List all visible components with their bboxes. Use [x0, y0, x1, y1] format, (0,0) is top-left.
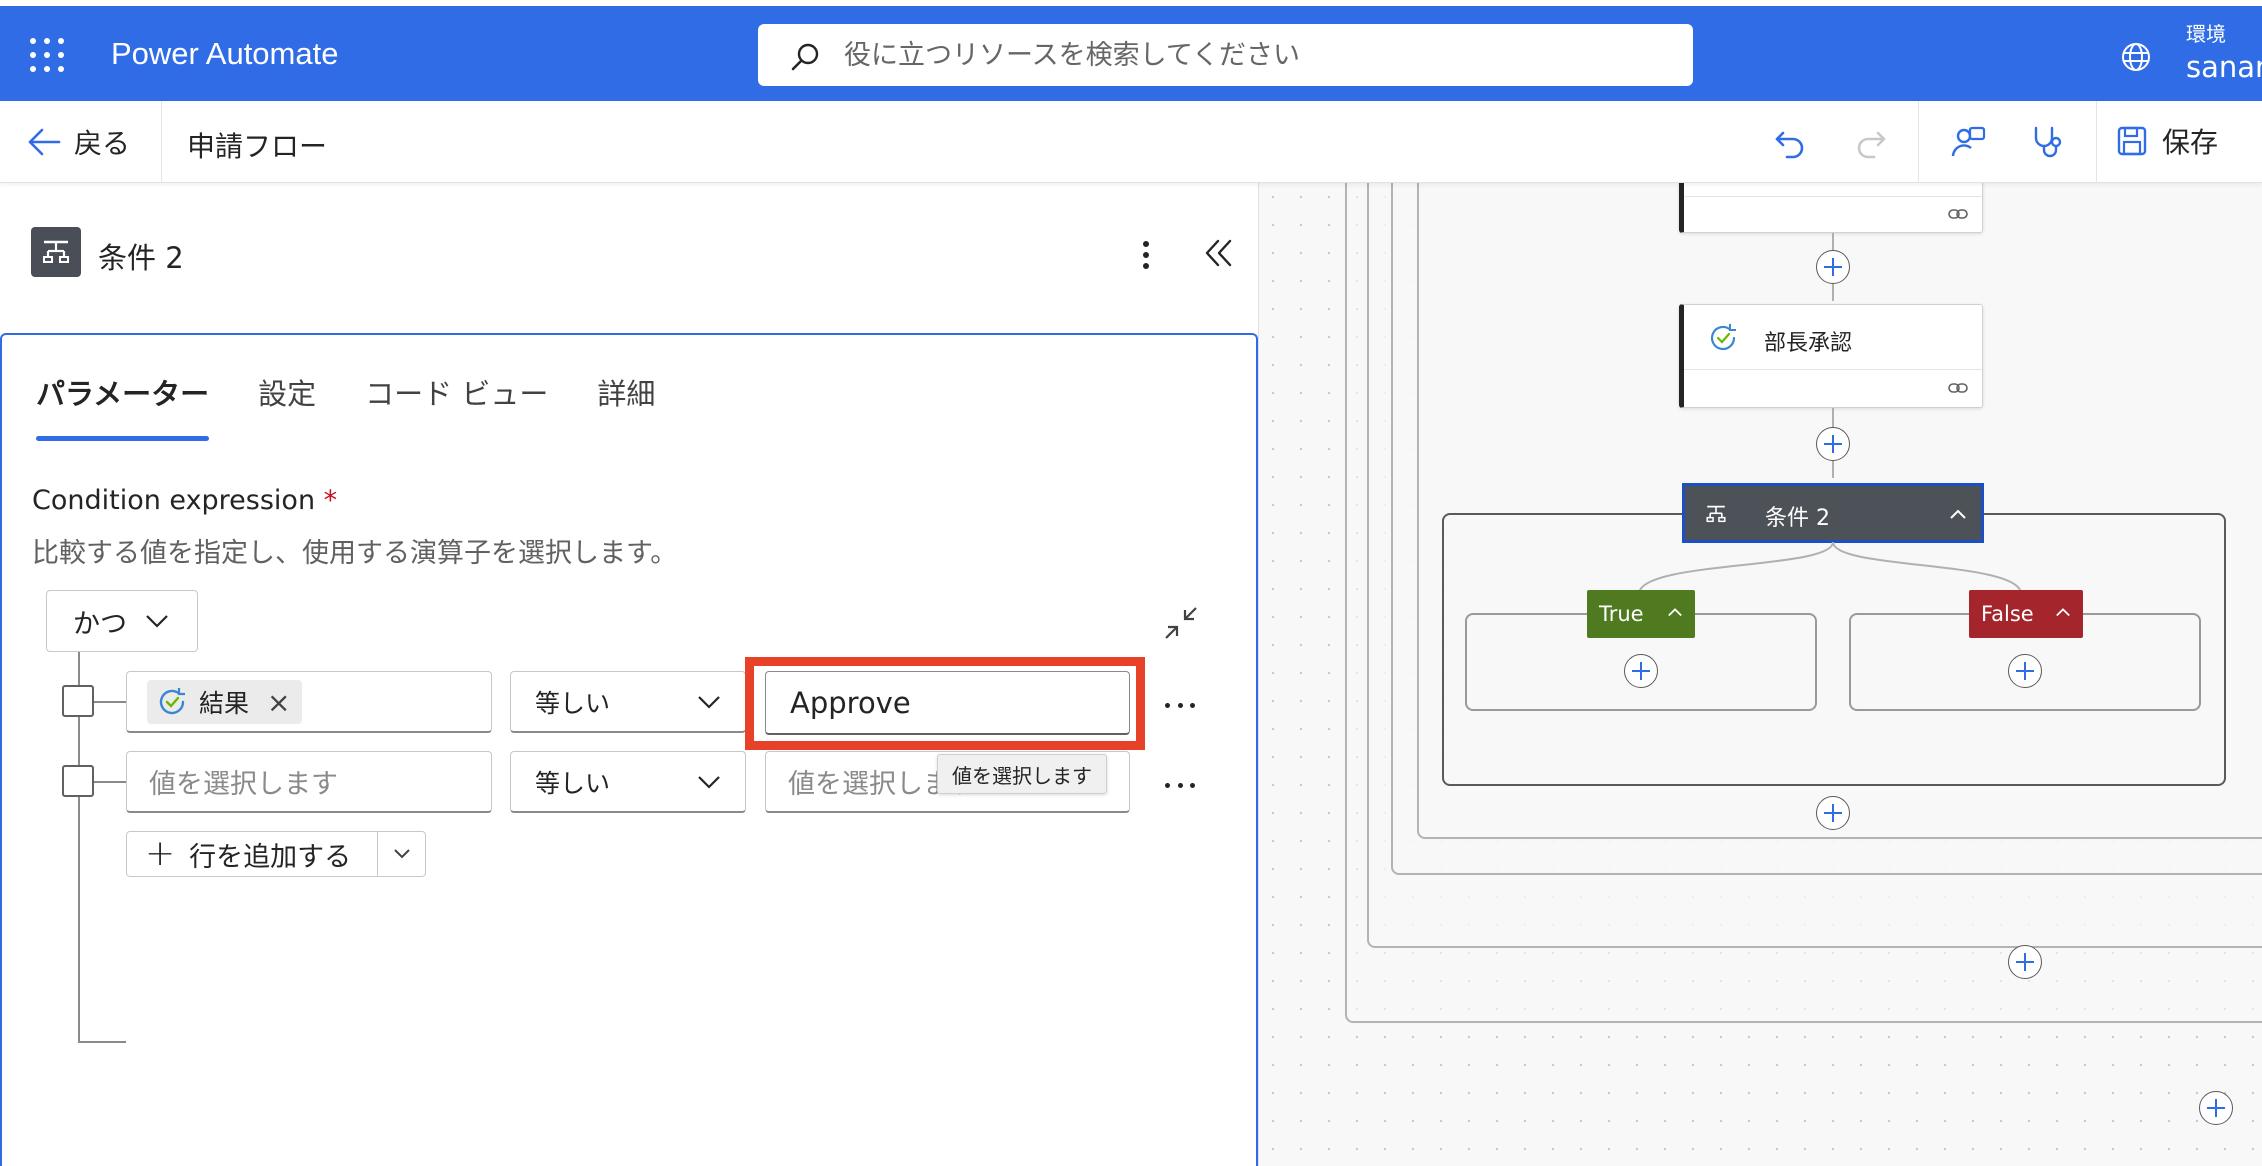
chevron-up-icon [2056, 608, 2070, 617]
card-title: 部長承認 [1764, 331, 1853, 356]
true-branch-label[interactable]: True [1587, 590, 1695, 638]
redo-button[interactable] [1851, 122, 1891, 162]
chevron-up-icon[interactable] [1949, 508, 1967, 520]
tab-details[interactable]: 詳細 [597, 371, 655, 441]
more-options-icon[interactable] [1130, 235, 1162, 275]
tab-list: パラメーター 設定 コード ビュー 詳細 [36, 371, 704, 441]
divider [2096, 101, 2097, 183]
tooltip: 値を選択します [937, 754, 1107, 794]
insert-step-button[interactable] [2008, 654, 2042, 688]
tab-code-view[interactable]: コード ビュー [365, 371, 548, 441]
back-label: 戻る [74, 127, 131, 160]
row-checkbox[interactable] [62, 765, 94, 797]
operator-dropdown[interactable]: 等しい [510, 751, 746, 813]
divider [1918, 101, 1919, 183]
search-icon [791, 43, 819, 71]
save-label: 保存 [2162, 126, 2219, 159]
required-mark: * [323, 485, 338, 516]
action-settings-panel: 条件 2 パラメーター 設定 コード ビュー 詳細 Condition expr… [0, 183, 1258, 1166]
left-value-input[interactable]: 結果 × [126, 671, 492, 733]
flow-canvas[interactable]: 部長承認 条件 2 True False [1258, 183, 2262, 1166]
copilot-button[interactable] [1948, 122, 1988, 162]
field-description: 比較する値を指定し、使用する演算子を選択します。 [32, 538, 678, 569]
chevron-down-icon [698, 696, 720, 709]
arrow-left-icon [28, 128, 61, 156]
tab-parameters[interactable]: パラメーター [36, 371, 210, 441]
false-branch-label[interactable]: False [1969, 590, 2083, 638]
insert-step-button[interactable] [1816, 796, 1850, 830]
chevron-down-icon [146, 615, 168, 628]
group-operator-value: かつ [73, 608, 127, 640]
panel-title: 条件 2 [98, 241, 184, 275]
condition-title: 条件 2 [1765, 506, 1830, 531]
divider [1684, 196, 1982, 197]
condition-card[interactable]: 条件 2 [1682, 483, 1984, 543]
panel-header: 条件 2 [0, 183, 1258, 333]
app-name[interactable]: Power Automate [111, 36, 338, 72]
divider [1684, 369, 1982, 370]
action-card[interactable] [1679, 183, 1983, 233]
group-operator-dropdown[interactable]: かつ [46, 590, 198, 652]
chevron-down-icon [698, 776, 720, 789]
undo-button[interactable] [1770, 122, 1810, 162]
dynamic-content-token[interactable]: 結果 × [147, 680, 303, 724]
divider [377, 832, 378, 876]
top-header: Power Automate 環境 sanan [0, 0, 2262, 101]
condition-icon [1706, 505, 1726, 523]
collapse-editor-icon[interactable] [1163, 605, 1199, 641]
chevron-down-icon[interactable] [393, 848, 411, 860]
stethoscope-icon [2034, 126, 2062, 158]
remove-token-icon[interactable]: × [267, 686, 290, 719]
link-icon [1948, 209, 1968, 219]
chevron-up-icon [1668, 608, 1682, 617]
insert-step-button[interactable] [1624, 654, 1658, 688]
link-icon [1948, 383, 1968, 393]
environment-label: 環境 [2186, 22, 2226, 46]
tab-settings[interactable]: 設定 [258, 371, 316, 441]
command-bar: 戻る 申請フロー 保存 [0, 101, 2262, 183]
collapse-panel-icon[interactable] [1204, 238, 1234, 268]
flow-checker-button[interactable] [2028, 122, 2068, 162]
plus-icon: + [145, 833, 176, 874]
back-button[interactable]: 戻る [26, 121, 130, 163]
operator-dropdown[interactable]: 等しい [510, 671, 746, 733]
insert-step-button[interactable] [1816, 427, 1850, 461]
save-icon [2117, 126, 2147, 156]
field-label: Condition expression * [32, 485, 337, 516]
environment-name[interactable]: sanan [2186, 50, 2262, 84]
search-input[interactable] [844, 36, 1664, 74]
divider [161, 101, 162, 183]
condition-icon [31, 227, 81, 277]
right-value-input[interactable]: Approve [765, 671, 1130, 735]
tree-line [78, 1041, 126, 1043]
token-label: 結果 [199, 689, 250, 718]
approval-icon [159, 688, 185, 715]
app-launcher-icon[interactable] [30, 38, 64, 72]
insert-step-button[interactable] [1816, 250, 1850, 284]
row-more-icon[interactable] [1165, 780, 1195, 790]
environment-globe-icon[interactable] [2119, 40, 2153, 74]
add-row-label: 行を追加する [189, 841, 352, 873]
row-more-icon[interactable] [1165, 700, 1195, 710]
save-button[interactable]: 保存 [2116, 121, 2218, 161]
operator-value: 等しい [535, 768, 611, 798]
add-row-button[interactable]: + 行を追加する [126, 831, 426, 877]
left-value-input[interactable]: 値を選択します [126, 751, 492, 813]
approval-icon [1710, 324, 1736, 351]
person-chat-icon [1951, 126, 1986, 157]
field-label-text: Condition expression [32, 485, 316, 516]
operator-value: 等しい [535, 688, 611, 718]
insert-step-button[interactable] [2199, 1091, 2233, 1125]
row-checkbox[interactable] [62, 685, 94, 717]
true-label: True [1599, 602, 1644, 626]
action-card[interactable]: 部長承認 [1679, 304, 1983, 408]
false-label: False [1981, 602, 2034, 626]
undo-icon [1775, 131, 1804, 159]
insert-step-button[interactable] [2008, 945, 2042, 979]
flow-name: 申請フロー [187, 130, 328, 163]
search-box[interactable] [758, 24, 1693, 86]
redo-icon [1857, 131, 1886, 159]
